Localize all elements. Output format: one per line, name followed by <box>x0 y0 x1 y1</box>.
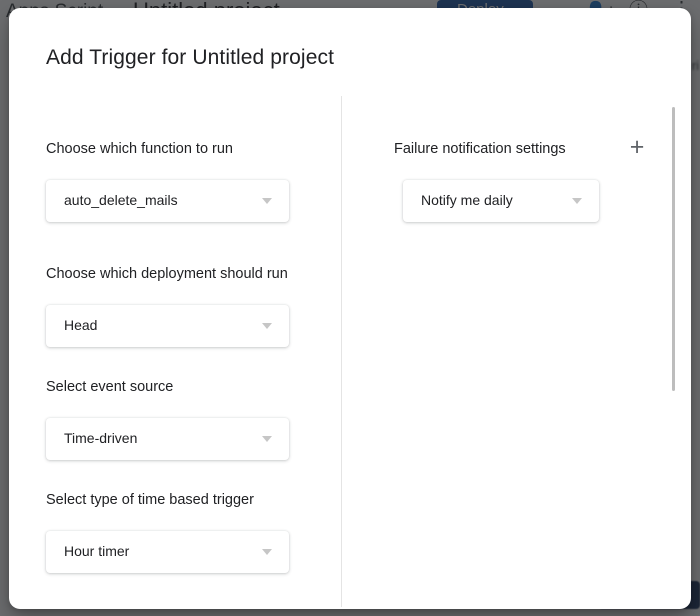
label-event-source: Select event source <box>46 379 174 395</box>
select-deployment-to-run[interactable]: Head <box>46 305 289 347</box>
dialog-title: Add Trigger for Untitled project <box>46 46 335 69</box>
label-deployment-to-run: Choose which deployment should run <box>46 266 288 282</box>
field-group-function-to-run: Choose which function to run auto_delete… <box>46 140 326 222</box>
add-notification-button[interactable]: + <box>623 133 651 161</box>
label-time-based-trigger-type: Select type of time based trigger <box>46 492 254 508</box>
select-time-based-trigger-type-value: Hour timer <box>64 543 130 559</box>
chevron-down-icon <box>262 549 272 555</box>
label-failure-notification-settings: Failure notification settings <box>394 141 566 157</box>
field-group-time-based-trigger-type: Select type of time based trigger Hour t… <box>46 491 326 573</box>
chevron-down-icon <box>262 198 272 204</box>
select-failure-notification[interactable]: Notify me daily <box>403 180 599 222</box>
select-failure-notification-value: Notify me daily <box>421 192 513 208</box>
select-deployment-to-run-value: Head <box>64 317 98 333</box>
select-function-to-run-value: auto_delete_mails <box>64 192 178 208</box>
column-divider <box>341 96 342 607</box>
select-event-source[interactable]: Time-driven <box>46 418 289 460</box>
field-group-event-source: Select event source Time-driven <box>46 378 326 460</box>
select-time-based-trigger-type[interactable]: Hour timer <box>46 531 289 573</box>
add-trigger-dialog: Add Trigger for Untitled project Choose … <box>9 8 691 609</box>
chevron-down-icon <box>262 436 272 442</box>
field-group-deployment-to-run: Choose which deployment should run Head <box>46 265 326 347</box>
dialog-scrollbar-thumb[interactable] <box>672 107 675 391</box>
select-event-source-value: Time-driven <box>64 430 138 446</box>
select-function-to-run[interactable]: auto_delete_mails <box>46 180 289 222</box>
field-group-failure-notification: Failure notification settings + Notify m… <box>394 133 659 222</box>
chevron-down-icon <box>572 198 582 204</box>
chevron-down-icon <box>262 323 272 329</box>
label-function-to-run: Choose which function to run <box>46 141 233 157</box>
